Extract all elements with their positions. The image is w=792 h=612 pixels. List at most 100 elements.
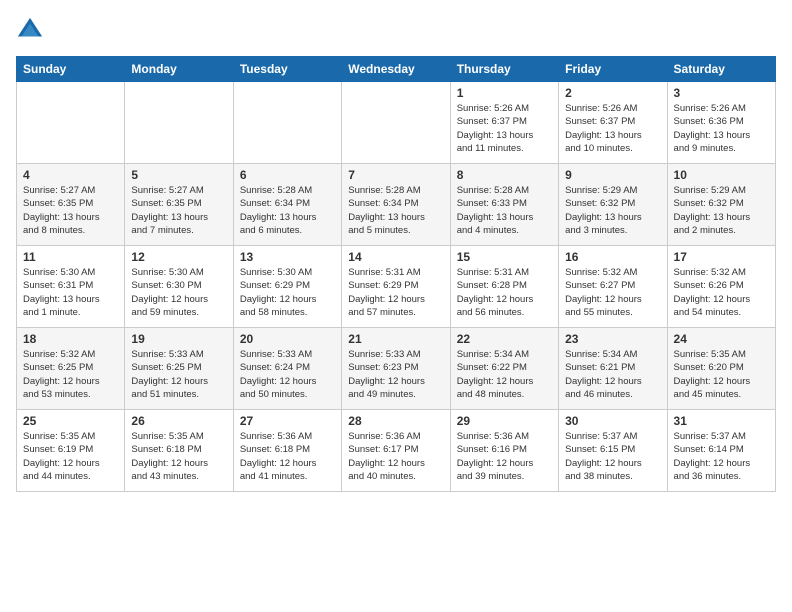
calendar-week-5: 25 Sunrise: 5:35 AM Sunset: 6:19 PM Dayli… — [17, 410, 776, 492]
calendar-cell: 5 Sunrise: 5:27 AM Sunset: 6:35 PM Daylig… — [125, 164, 233, 246]
calendar-cell — [17, 82, 125, 164]
page-header — [16, 16, 776, 44]
day-info: Sunrise: 5:30 AM Sunset: 6:31 PM Dayligh… — [23, 266, 118, 319]
day-info: Sunrise: 5:32 AM Sunset: 6:27 PM Dayligh… — [565, 266, 660, 319]
day-number: 20 — [240, 332, 335, 346]
day-number: 21 — [348, 332, 443, 346]
day-number: 7 — [348, 168, 443, 182]
calendar-cell: 8 Sunrise: 5:28 AM Sunset: 6:33 PM Daylig… — [450, 164, 558, 246]
day-info: Sunrise: 5:37 AM Sunset: 6:15 PM Dayligh… — [565, 430, 660, 483]
calendar-cell: 15Sunrise: 5:31 AM Sunset: 6:28 PM Dayli… — [450, 246, 558, 328]
day-number: 27 — [240, 414, 335, 428]
calendar-cell: 20 Sunrise: 5:33 AM Sunset: 6:24 PM Dayli… — [233, 328, 341, 410]
calendar-table: SundayMondayTuesdayWednesdayThursdayFrid… — [16, 56, 776, 492]
header-saturday: Saturday — [667, 57, 775, 82]
day-number: 2 — [565, 86, 660, 100]
calendar-cell — [125, 82, 233, 164]
day-number: 25 — [23, 414, 118, 428]
day-info: Sunrise: 5:32 AM Sunset: 6:25 PM Dayligh… — [23, 348, 118, 401]
calendar-cell: 19Sunrise: 5:33 AM Sunset: 6:25 PM Dayli… — [125, 328, 233, 410]
calendar-header-row: SundayMondayTuesdayWednesdayThursdayFrid… — [17, 57, 776, 82]
day-number: 26 — [131, 414, 226, 428]
calendar-week-3: 11 Sunrise: 5:30 AM Sunset: 6:31 PM Dayli… — [17, 246, 776, 328]
day-info: Sunrise: 5:29 AM Sunset: 6:32 PM Dayligh… — [565, 184, 660, 237]
day-info: Sunrise: 5:36 AM Sunset: 6:17 PM Dayligh… — [348, 430, 443, 483]
header-thursday: Thursday — [450, 57, 558, 82]
header-tuesday: Tuesday — [233, 57, 341, 82]
day-number: 23 — [565, 332, 660, 346]
day-info: Sunrise: 5:36 AM Sunset: 6:18 PM Dayligh… — [240, 430, 335, 483]
calendar-week-1: 1 Sunrise: 5:26 AM Sunset: 6:37 PM Daylig… — [17, 82, 776, 164]
day-info: Sunrise: 5:27 AM Sunset: 6:35 PM Dayligh… — [131, 184, 226, 237]
calendar-cell: 6 Sunrise: 5:28 AM Sunset: 6:34 PM Daylig… — [233, 164, 341, 246]
day-number: 8 — [457, 168, 552, 182]
day-number: 16 — [565, 250, 660, 264]
day-number: 17 — [674, 250, 769, 264]
calendar-cell — [342, 82, 450, 164]
calendar-cell: 21 Sunrise: 5:33 AM Sunset: 6:23 PM Dayli… — [342, 328, 450, 410]
header-wednesday: Wednesday — [342, 57, 450, 82]
calendar-cell: 17 Sunrise: 5:32 AM Sunset: 6:26 PM Dayli… — [667, 246, 775, 328]
calendar-cell: 23 Sunrise: 5:34 AM Sunset: 6:21 PM Dayli… — [559, 328, 667, 410]
day-number: 10 — [674, 168, 769, 182]
day-number: 1 — [457, 86, 552, 100]
header-monday: Monday — [125, 57, 233, 82]
day-info: Sunrise: 5:28 AM Sunset: 6:34 PM Dayligh… — [348, 184, 443, 237]
calendar-week-2: 4 Sunrise: 5:27 AM Sunset: 6:35 PM Daylig… — [17, 164, 776, 246]
logo — [16, 16, 48, 44]
day-number: 5 — [131, 168, 226, 182]
day-number: 13 — [240, 250, 335, 264]
day-info: Sunrise: 5:31 AM Sunset: 6:29 PM Dayligh… — [348, 266, 443, 319]
day-number: 28 — [348, 414, 443, 428]
calendar-cell: 7 Sunrise: 5:28 AM Sunset: 6:34 PM Daylig… — [342, 164, 450, 246]
day-info: Sunrise: 5:26 AM Sunset: 6:36 PM Dayligh… — [674, 102, 769, 155]
calendar-cell: 2Sunrise: 5:26 AM Sunset: 6:37 PM Daylig… — [559, 82, 667, 164]
day-number: 6 — [240, 168, 335, 182]
day-info: Sunrise: 5:29 AM Sunset: 6:32 PM Dayligh… — [674, 184, 769, 237]
header-sunday: Sunday — [17, 57, 125, 82]
calendar-cell: 28 Sunrise: 5:36 AM Sunset: 6:17 PM Dayli… — [342, 410, 450, 492]
day-info: Sunrise: 5:32 AM Sunset: 6:26 PM Dayligh… — [674, 266, 769, 319]
day-number: 11 — [23, 250, 118, 264]
day-info: Sunrise: 5:26 AM Sunset: 6:37 PM Dayligh… — [457, 102, 552, 155]
day-info: Sunrise: 5:37 AM Sunset: 6:14 PM Dayligh… — [674, 430, 769, 483]
day-info: Sunrise: 5:36 AM Sunset: 6:16 PM Dayligh… — [457, 430, 552, 483]
day-info: Sunrise: 5:28 AM Sunset: 6:33 PM Dayligh… — [457, 184, 552, 237]
day-info: Sunrise: 5:34 AM Sunset: 6:21 PM Dayligh… — [565, 348, 660, 401]
day-info: Sunrise: 5:33 AM Sunset: 6:23 PM Dayligh… — [348, 348, 443, 401]
day-info: Sunrise: 5:31 AM Sunset: 6:28 PM Dayligh… — [457, 266, 552, 319]
day-info: Sunrise: 5:35 AM Sunset: 6:19 PM Dayligh… — [23, 430, 118, 483]
day-info: Sunrise: 5:33 AM Sunset: 6:24 PM Dayligh… — [240, 348, 335, 401]
day-info: Sunrise: 5:30 AM Sunset: 6:30 PM Dayligh… — [131, 266, 226, 319]
day-number: 3 — [674, 86, 769, 100]
calendar-cell: 26 Sunrise: 5:35 AM Sunset: 6:18 PM Dayli… — [125, 410, 233, 492]
day-number: 19 — [131, 332, 226, 346]
day-info: Sunrise: 5:35 AM Sunset: 6:18 PM Dayligh… — [131, 430, 226, 483]
logo-icon — [16, 16, 44, 44]
calendar-cell: 13 Sunrise: 5:30 AM Sunset: 6:29 PM Dayli… — [233, 246, 341, 328]
calendar-cell: 4 Sunrise: 5:27 AM Sunset: 6:35 PM Daylig… — [17, 164, 125, 246]
day-number: 24 — [674, 332, 769, 346]
calendar-cell: 27 Sunrise: 5:36 AM Sunset: 6:18 PM Dayli… — [233, 410, 341, 492]
day-info: Sunrise: 5:28 AM Sunset: 6:34 PM Dayligh… — [240, 184, 335, 237]
calendar-cell: 30 Sunrise: 5:37 AM Sunset: 6:15 PM Dayli… — [559, 410, 667, 492]
calendar-cell: 18 Sunrise: 5:32 AM Sunset: 6:25 PM Dayli… — [17, 328, 125, 410]
day-number: 18 — [23, 332, 118, 346]
calendar-cell: 3 Sunrise: 5:26 AM Sunset: 6:36 PM Daylig… — [667, 82, 775, 164]
calendar-cell — [233, 82, 341, 164]
calendar-cell: 31Sunrise: 5:37 AM Sunset: 6:14 PM Dayli… — [667, 410, 775, 492]
calendar-week-4: 18 Sunrise: 5:32 AM Sunset: 6:25 PM Dayli… — [17, 328, 776, 410]
calendar-cell: 25 Sunrise: 5:35 AM Sunset: 6:19 PM Dayli… — [17, 410, 125, 492]
day-info: Sunrise: 5:30 AM Sunset: 6:29 PM Dayligh… — [240, 266, 335, 319]
calendar-cell: 24 Sunrise: 5:35 AM Sunset: 6:20 PM Dayli… — [667, 328, 775, 410]
calendar-cell: 1 Sunrise: 5:26 AM Sunset: 6:37 PM Daylig… — [450, 82, 558, 164]
calendar-cell: 11 Sunrise: 5:30 AM Sunset: 6:31 PM Dayli… — [17, 246, 125, 328]
day-info: Sunrise: 5:35 AM Sunset: 6:20 PM Dayligh… — [674, 348, 769, 401]
calendar-cell: 16 Sunrise: 5:32 AM Sunset: 6:27 PM Dayli… — [559, 246, 667, 328]
day-info: Sunrise: 5:27 AM Sunset: 6:35 PM Dayligh… — [23, 184, 118, 237]
day-number: 30 — [565, 414, 660, 428]
day-number: 9 — [565, 168, 660, 182]
calendar-cell: 10 Sunrise: 5:29 AM Sunset: 6:32 PM Dayli… — [667, 164, 775, 246]
day-number: 4 — [23, 168, 118, 182]
calendar-cell: 14Sunrise: 5:31 AM Sunset: 6:29 PM Dayli… — [342, 246, 450, 328]
